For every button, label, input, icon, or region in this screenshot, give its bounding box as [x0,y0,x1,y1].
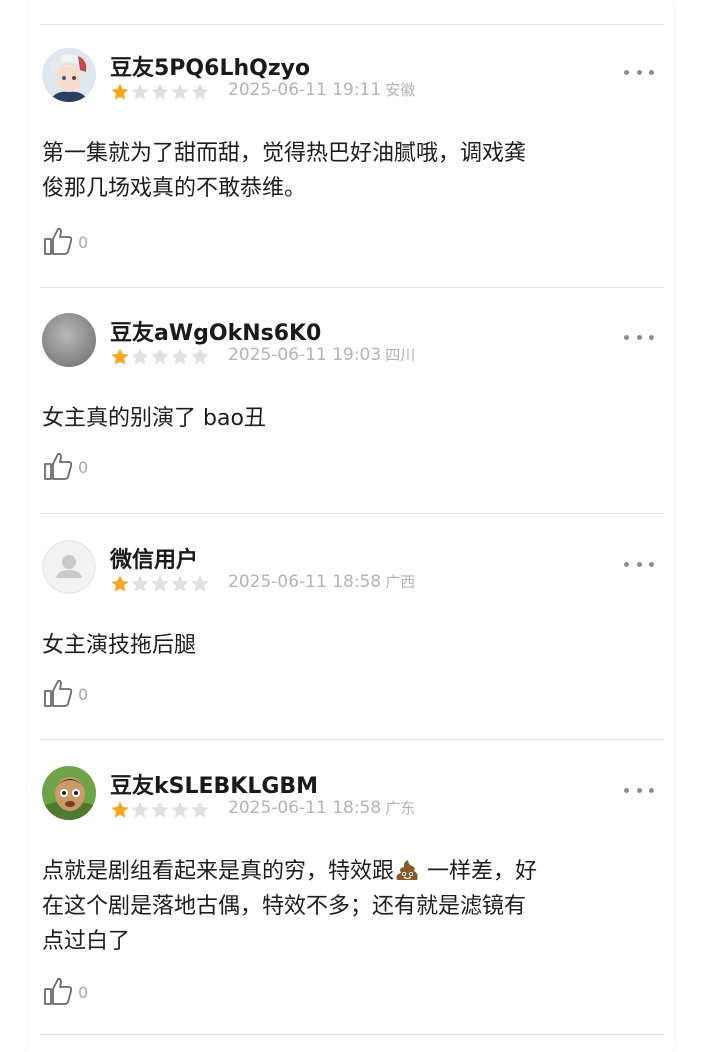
dot-icon [624,562,629,567]
like-count: 0 [78,458,89,477]
more-options-button[interactable] [624,562,654,570]
default-user-avatar-icon [42,540,96,594]
dot-icon [636,70,642,75]
comment-text: 女主演技拖后腿 [42,633,197,658]
like-count: 0 [78,983,89,1002]
star-filled-icon [111,348,129,365]
dot-icon [624,788,629,793]
star-empty-icon [131,83,149,100]
star-empty-icon [191,575,209,592]
divider [40,1034,664,1035]
dot-icon [624,70,629,75]
comment-item: 豆友5PQ6LhQzyo 2025-06-11 19:11 安徽 第一集就为了甜而… [40,48,664,288]
star-filled-icon [111,575,129,592]
comment-meta: 2025-06-11 19:11 安徽 [228,79,415,100]
star-filled-icon [111,83,129,100]
divider [40,739,664,740]
comment-date: 2025-06-11 18:58 [228,572,382,592]
dot-icon [649,788,654,793]
comment-text: 点就是剧组看起来是真的穷，特效跟 一样差，好 在这个剧是落地古偶，特效不多；还有… [42,854,664,959]
comment-item: 豆友kSLEBKLGBM 2025-06-11 18:58 广东 点就是剧组看起来… [40,766,664,1036]
avatar[interactable] [42,766,96,820]
dot-icon [636,788,642,793]
comment-meta: 2025-06-11 18:58 广西 [228,571,415,592]
comment-text: 女主真的别演了 bao丑 [42,406,266,431]
star-empty-icon [171,575,189,592]
like-button[interactable]: 0 [42,451,88,481]
comment-location: 四川 [385,346,416,364]
comment-item: 豆友aWgOkNs6K0 2025-06-11 19:03 四川 女主真的别演了 … [40,313,664,513]
dot-icon [636,335,642,340]
comment-item: 微信用户 2025-06-11 18:58 广西 女主演技拖后腿 0 [40,540,664,740]
comment-location: 安徽 [385,81,416,99]
like-button[interactable]: 0 [42,226,88,256]
comment-location: 广西 [385,573,416,591]
gray-blur-avatar-icon [42,313,96,367]
dot-icon [624,335,629,340]
star-filled-icon [111,801,129,818]
dot-icon [649,70,654,75]
like-button[interactable]: 0 [42,976,88,1006]
like-count: 0 [78,233,89,252]
comment-date: 2025-06-11 19:03 [228,345,382,365]
poop-emoji-icon [396,860,418,880]
star-rating [110,82,210,102]
cartoon-face-avatar-icon [42,766,96,820]
divider [40,287,664,288]
star-empty-icon [151,348,169,365]
comment-meta: 2025-06-11 18:58 广东 [228,797,415,818]
star-empty-icon [191,348,209,365]
star-empty-icon [191,83,209,100]
star-empty-icon [131,801,149,818]
dot-icon [636,562,642,567]
dot-icon [649,562,654,567]
avatar[interactable] [42,540,96,594]
username[interactable]: 微信用户 [110,542,198,574]
like-count: 0 [78,685,89,704]
thumbs-up-icon [44,227,73,255]
username[interactable]: 豆友5PQ6LhQzyo [110,50,310,82]
star-rating [110,574,210,594]
avatar[interactable] [42,313,96,367]
comment-meta: 2025-06-11 19:03 四川 [228,344,415,365]
more-options-button[interactable] [624,70,654,78]
star-empty-icon [131,575,149,592]
star-empty-icon [131,348,149,365]
thumbs-up-icon [44,452,73,480]
avatar[interactable] [42,48,96,102]
comment-text: 第一集就为了甜而甜，觉得热巴好油腻哦，调戏龚 俊那几场戏真的不敢恭维。 [42,141,527,201]
comment-location: 广东 [385,799,416,817]
star-empty-icon [151,83,169,100]
like-button[interactable]: 0 [42,678,88,708]
divider [40,513,664,514]
comment-date: 2025-06-11 19:11 [228,80,382,100]
star-empty-icon [151,575,169,592]
more-options-button[interactable] [624,788,654,796]
star-empty-icon [171,83,189,100]
thumbs-up-icon [44,679,73,707]
dot-icon [649,335,654,340]
star-rating [110,347,210,367]
divider [40,24,664,25]
star-empty-icon [191,801,209,818]
star-empty-icon [171,801,189,818]
username[interactable]: 豆友aWgOkNs6K0 [110,315,321,347]
star-rating [110,800,210,820]
more-options-button[interactable] [624,335,654,343]
username[interactable]: 豆友kSLEBKLGBM [110,768,318,800]
comment-date: 2025-06-11 18:58 [228,798,382,818]
star-empty-icon [171,348,189,365]
anime-character-avatar-icon [42,48,96,102]
thumbs-up-icon [44,977,73,1005]
comment-text-part: 点就是剧组看起来是真的穷，特效跟 [42,859,395,884]
star-empty-icon [151,801,169,818]
